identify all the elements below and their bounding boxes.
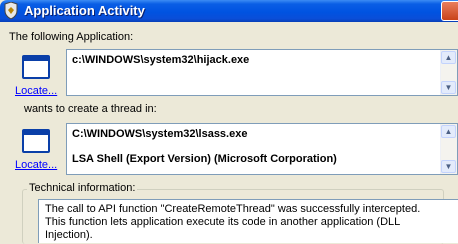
target-path-box[interactable]: C:\WINDOWS\system32\lsass.exe LSA Shell …	[66, 123, 458, 175]
window-title: Application Activity	[24, 3, 145, 18]
scroll-down-icon[interactable]: ▼	[441, 81, 456, 94]
scroll-up-icon[interactable]: ▲	[441, 125, 456, 138]
target-locate-link[interactable]: Locate...	[15, 159, 57, 171]
source-scrollbar[interactable]: ▲ ▼	[440, 50, 457, 95]
connector-label: wants to create a thread in:	[24, 103, 157, 115]
close-button[interactable]	[441, 1, 458, 21]
technical-label: Technical information:	[27, 182, 138, 194]
source-locate-link[interactable]: Locate...	[15, 85, 57, 97]
target-path: C:\WINDOWS\system32\lsass.exe	[72, 128, 248, 140]
technical-info-box[interactable]: The call to API function "CreateRemoteTh…	[38, 199, 458, 243]
source-path: c:\WINDOWS\system32\hijack.exe	[72, 54, 250, 66]
application-window-icon	[22, 129, 50, 153]
target-scrollbar[interactable]: ▲ ▼	[440, 124, 457, 174]
technical-line-1: The call to API function "CreateRemoteTh…	[45, 203, 421, 215]
source-label: The following Application:	[9, 31, 134, 43]
shield-icon	[4, 2, 18, 19]
target-description: LSA Shell (Export Version) (Microsoft Co…	[72, 153, 337, 165]
scroll-up-icon[interactable]: ▲	[441, 51, 456, 64]
source-path-box[interactable]: c:\WINDOWS\system32\hijack.exe ▲ ▼	[66, 49, 458, 96]
scroll-down-icon[interactable]: ▼	[441, 160, 456, 173]
technical-line-3: Injection).	[45, 229, 93, 241]
technical-line-2: This function lets application execute i…	[45, 216, 401, 228]
application-window-icon	[22, 55, 50, 79]
title-bar[interactable]: Application Activity	[0, 0, 458, 22]
